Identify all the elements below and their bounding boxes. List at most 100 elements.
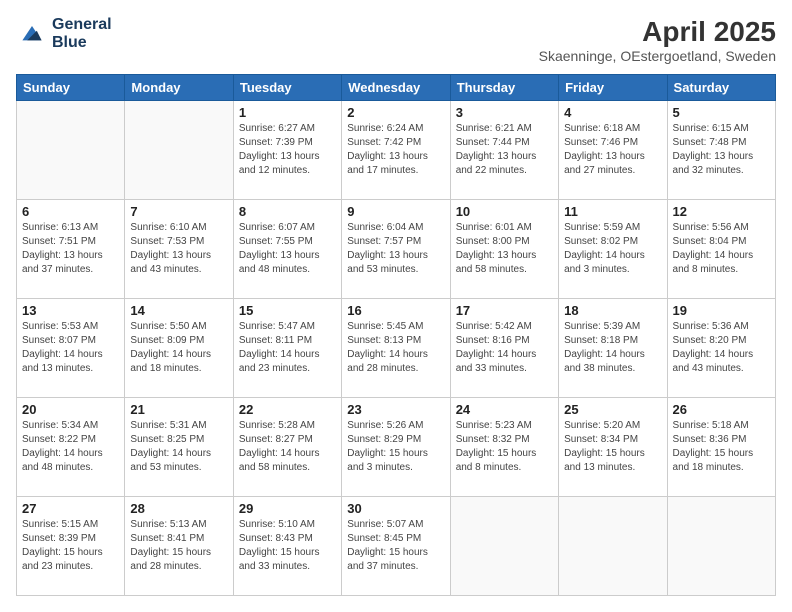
calendar-cell: 3Sunrise: 6:21 AM Sunset: 7:44 PM Daylig… (450, 101, 558, 200)
day-number: 25 (564, 402, 661, 417)
page: General Blue April 2025 Skaenninge, OEst… (0, 0, 792, 612)
calendar-cell: 29 Sunrise: 5:10 AM Sunset: 8:43 PM Dayli… (233, 497, 341, 596)
title-block: April 2025 Skaenninge, OEstergoetland, S… (539, 16, 776, 64)
calendar-cell: 25 Sunrise: 5:20 AM Sunset: 8:34 PM Dayli… (559, 398, 667, 497)
day-info: Sunrise: 6:04 AM Sunset: 7:57 PM Dayligh… (347, 221, 444, 277)
calendar-cell (667, 497, 775, 596)
day-info: Sunrise: 6:15 AM Sunset: 7:48 PM Dayligh… (673, 122, 770, 178)
day-info: Sunrise: 5:31 AM Sunset: 8:25 PM Dayligh… (130, 419, 227, 475)
day-info: Sunrise: 5:28 AM Sunset: 8:27 PM Dayligh… (239, 419, 336, 475)
day-number: 22 (239, 402, 336, 417)
day-info: Sunrise: 5:10 AM Sunset: 8:43 PM Dayligh… (239, 518, 336, 574)
calendar-cell: 6 Sunrise: 6:13 AM Sunset: 7:51 PM Daylig… (17, 200, 125, 299)
calendar-cell: 8Sunrise: 6:07 AM Sunset: 7:55 PM Daylig… (233, 200, 341, 299)
calendar-cell: 13 Sunrise: 5:53 AM Sunset: 8:07 PM Dayli… (17, 299, 125, 398)
day-info: Sunrise: 6:27 AM Sunset: 7:39 PM Dayligh… (239, 122, 336, 178)
day-number: 14 (130, 303, 227, 318)
calendar-week-row: 6 Sunrise: 6:13 AM Sunset: 7:51 PM Daylig… (17, 200, 776, 299)
main-title: April 2025 (539, 16, 776, 48)
day-number: 2 (347, 105, 444, 120)
calendar-cell: 28Sunrise: 5:13 AM Sunset: 8:41 PM Dayli… (125, 497, 233, 596)
calendar-cell: 2 Sunrise: 6:24 AM Sunset: 7:42 PM Daylig… (342, 101, 450, 200)
day-info: Sunrise: 5:23 AM Sunset: 8:32 PM Dayligh… (456, 419, 553, 475)
day-info: Sunrise: 5:26 AM Sunset: 8:29 PM Dayligh… (347, 419, 444, 475)
calendar-cell: 26 Sunrise: 5:18 AM Sunset: 8:36 PM Dayli… (667, 398, 775, 497)
day-info: Sunrise: 5:56 AM Sunset: 8:04 PM Dayligh… (673, 221, 770, 277)
day-info: Sunrise: 5:59 AM Sunset: 8:02 PM Dayligh… (564, 221, 661, 277)
calendar-cell: 30Sunrise: 5:07 AM Sunset: 8:45 PM Dayli… (342, 497, 450, 596)
header: General Blue April 2025 Skaenninge, OEst… (16, 16, 776, 64)
day-info: Sunrise: 5:53 AM Sunset: 8:07 PM Dayligh… (22, 320, 119, 376)
calendar-week-row: 1 Sunrise: 6:27 AM Sunset: 7:39 PM Daylig… (17, 101, 776, 200)
day-number: 9 (347, 204, 444, 219)
day-of-week-header: Saturday (667, 75, 775, 101)
day-number: 13 (22, 303, 119, 318)
calendar-cell: 5 Sunrise: 6:15 AM Sunset: 7:48 PM Daylig… (667, 101, 775, 200)
calendar-cell: 18 Sunrise: 5:39 AM Sunset: 8:18 PM Dayli… (559, 299, 667, 398)
day-number: 8 (239, 204, 336, 219)
calendar-cell: 17 Sunrise: 5:42 AM Sunset: 8:16 PM Dayli… (450, 299, 558, 398)
calendar-cell: 10 Sunrise: 6:01 AM Sunset: 8:00 PM Dayli… (450, 200, 558, 299)
day-info: Sunrise: 6:13 AM Sunset: 7:51 PM Dayligh… (22, 221, 119, 277)
day-number: 5 (673, 105, 770, 120)
calendar-header-row: SundayMondayTuesdayWednesdayThursdayFrid… (17, 75, 776, 101)
day-of-week-header: Sunday (17, 75, 125, 101)
subtitle: Skaenninge, OEstergoetland, Sweden (539, 48, 776, 64)
day-info: Sunrise: 6:24 AM Sunset: 7:42 PM Dayligh… (347, 122, 444, 178)
day-of-week-header: Thursday (450, 75, 558, 101)
calendar-table: SundayMondayTuesdayWednesdayThursdayFrid… (16, 74, 776, 596)
day-number: 26 (673, 402, 770, 417)
logo: General Blue (16, 16, 112, 51)
day-info: Sunrise: 5:18 AM Sunset: 8:36 PM Dayligh… (673, 419, 770, 475)
logo-icon (16, 18, 48, 50)
day-number: 1 (239, 105, 336, 120)
calendar-cell: 24Sunrise: 5:23 AM Sunset: 8:32 PM Dayli… (450, 398, 558, 497)
day-info: Sunrise: 5:07 AM Sunset: 8:45 PM Dayligh… (347, 518, 444, 574)
calendar-cell: 22 Sunrise: 5:28 AM Sunset: 8:27 PM Dayli… (233, 398, 341, 497)
day-number: 4 (564, 105, 661, 120)
calendar-cell: 14 Sunrise: 5:50 AM Sunset: 8:09 PM Dayli… (125, 299, 233, 398)
calendar-week-row: 20Sunrise: 5:34 AM Sunset: 8:22 PM Dayli… (17, 398, 776, 497)
day-number: 29 (239, 501, 336, 516)
day-number: 15 (239, 303, 336, 318)
calendar-cell: 21Sunrise: 5:31 AM Sunset: 8:25 PM Dayli… (125, 398, 233, 497)
day-number: 18 (564, 303, 661, 318)
day-of-week-header: Monday (125, 75, 233, 101)
day-number: 17 (456, 303, 553, 318)
day-info: Sunrise: 5:42 AM Sunset: 8:16 PM Dayligh… (456, 320, 553, 376)
day-number: 12 (673, 204, 770, 219)
day-number: 11 (564, 204, 661, 219)
day-info: Sunrise: 5:50 AM Sunset: 8:09 PM Dayligh… (130, 320, 227, 376)
day-info: Sunrise: 5:20 AM Sunset: 8:34 PM Dayligh… (564, 419, 661, 475)
day-info: Sunrise: 5:34 AM Sunset: 8:22 PM Dayligh… (22, 419, 119, 475)
calendar-week-row: 27Sunrise: 5:15 AM Sunset: 8:39 PM Dayli… (17, 497, 776, 596)
calendar-cell: 4 Sunrise: 6:18 AM Sunset: 7:46 PM Daylig… (559, 101, 667, 200)
day-number: 19 (673, 303, 770, 318)
calendar-week-row: 13 Sunrise: 5:53 AM Sunset: 8:07 PM Dayli… (17, 299, 776, 398)
calendar-cell: 27Sunrise: 5:15 AM Sunset: 8:39 PM Dayli… (17, 497, 125, 596)
calendar-cell: 19Sunrise: 5:36 AM Sunset: 8:20 PM Dayli… (667, 299, 775, 398)
day-of-week-header: Tuesday (233, 75, 341, 101)
day-number: 7 (130, 204, 227, 219)
day-number: 10 (456, 204, 553, 219)
day-info: Sunrise: 5:45 AM Sunset: 8:13 PM Dayligh… (347, 320, 444, 376)
day-number: 16 (347, 303, 444, 318)
calendar-cell: 11 Sunrise: 5:59 AM Sunset: 8:02 PM Dayli… (559, 200, 667, 299)
day-of-week-header: Friday (559, 75, 667, 101)
calendar-cell (17, 101, 125, 200)
calendar-cell (450, 497, 558, 596)
day-info: Sunrise: 6:10 AM Sunset: 7:53 PM Dayligh… (130, 221, 227, 277)
calendar-cell: 1 Sunrise: 6:27 AM Sunset: 7:39 PM Daylig… (233, 101, 341, 200)
day-number: 23 (347, 402, 444, 417)
day-info: Sunrise: 6:01 AM Sunset: 8:00 PM Dayligh… (456, 221, 553, 277)
day-info: Sunrise: 6:21 AM Sunset: 7:44 PM Dayligh… (456, 122, 553, 178)
day-number: 6 (22, 204, 119, 219)
calendar-cell (559, 497, 667, 596)
calendar-cell (125, 101, 233, 200)
day-info: Sunrise: 5:39 AM Sunset: 8:18 PM Dayligh… (564, 320, 661, 376)
calendar-cell: 7 Sunrise: 6:10 AM Sunset: 7:53 PM Daylig… (125, 200, 233, 299)
day-info: Sunrise: 6:18 AM Sunset: 7:46 PM Dayligh… (564, 122, 661, 178)
calendar-cell: 12 Sunrise: 5:56 AM Sunset: 8:04 PM Dayli… (667, 200, 775, 299)
day-info: Sunrise: 5:47 AM Sunset: 8:11 PM Dayligh… (239, 320, 336, 376)
calendar-cell: 15 Sunrise: 5:47 AM Sunset: 8:11 PM Dayli… (233, 299, 341, 398)
